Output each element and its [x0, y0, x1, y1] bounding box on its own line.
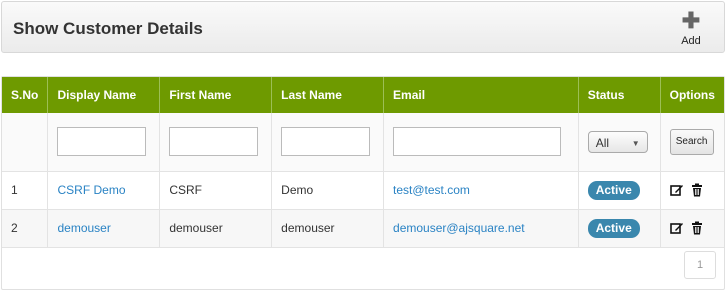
cell-last-name: demouser [271, 209, 385, 248]
filter-cell [159, 113, 273, 172]
col-header-options: Options [660, 77, 724, 113]
table-row: 2 demouser demouser demouser demouser@aj… [2, 209, 724, 248]
cell-last-name: Demo [271, 171, 385, 210]
cell-options [660, 171, 724, 210]
filter-cell-empty [2, 113, 49, 172]
add-customer-button[interactable]: ✚ Add [674, 8, 708, 50]
first-name-filter-input[interactable] [169, 127, 259, 157]
filter-cell [383, 113, 579, 172]
status-filter-value: All [595, 135, 610, 150]
page-title: Show Customer Details [13, 19, 203, 38]
status-badge[interactable]: Active [587, 180, 640, 200]
edit-icon[interactable] [669, 221, 684, 235]
search-button[interactable]: Search [669, 128, 714, 155]
display-name-link[interactable]: demouser [57, 221, 110, 235]
cell-sno: 1 [2, 171, 49, 210]
customer-table: S.No Display Name First Name Last Name E… [2, 77, 724, 248]
email-filter-input[interactable] [393, 127, 562, 157]
col-header-status[interactable]: Status [578, 77, 661, 113]
cell-email: test@test.com [383, 171, 579, 210]
cell-display-name: demouser [47, 209, 161, 248]
trash-icon[interactable] [690, 183, 704, 197]
last-name-filter-input[interactable] [281, 127, 371, 157]
cell-first-name: CSRF [159, 171, 273, 210]
cell-first-name: demouser [159, 209, 273, 248]
cell-sno: 2 [2, 209, 49, 248]
col-header-first-name[interactable]: First Name [159, 77, 273, 113]
cell-status: Active [578, 209, 661, 248]
cell-display-name: CSRF Demo [47, 171, 161, 210]
display-name-filter-input[interactable] [57, 127, 147, 157]
plus-icon: ✚ [681, 8, 701, 33]
cell-status: Active [578, 171, 661, 210]
col-header-email[interactable]: Email [383, 77, 579, 113]
status-badge[interactable]: Active [587, 218, 640, 238]
caret-down-icon: ▼ [631, 138, 640, 148]
status-filter-select[interactable]: All ▼ [587, 130, 648, 153]
col-header-last-name[interactable]: Last Name [271, 77, 385, 113]
filter-cell [271, 113, 385, 172]
trash-icon[interactable] [690, 221, 704, 235]
col-header-display-name[interactable]: Display Name [47, 77, 161, 113]
email-link[interactable]: demouser@ajsquare.net [393, 221, 525, 235]
display-name-link[interactable]: CSRF Demo [57, 183, 125, 197]
customer-table-panel: S.No Display Name First Name Last Name E… [1, 76, 725, 290]
filter-row: All ▼ Search [2, 113, 724, 172]
cell-options [660, 209, 724, 248]
add-label: Add [681, 35, 701, 47]
edit-icon[interactable] [669, 183, 684, 197]
col-header-sno[interactable]: S.No [2, 77, 49, 113]
table-row: 1 CSRF Demo CSRF Demo test@test.com Acti… [2, 171, 724, 210]
cell-email: demouser@ajsquare.net [383, 209, 579, 248]
page-header: Show Customer Details ✚ Add [1, 1, 725, 53]
pagination-page-1[interactable]: 1 [684, 251, 716, 279]
email-link[interactable]: test@test.com [393, 183, 470, 197]
filter-cell: All ▼ [578, 113, 661, 172]
filter-cell: Search [660, 113, 724, 172]
table-header-row: S.No Display Name First Name Last Name E… [2, 77, 724, 113]
filter-cell [47, 113, 161, 172]
